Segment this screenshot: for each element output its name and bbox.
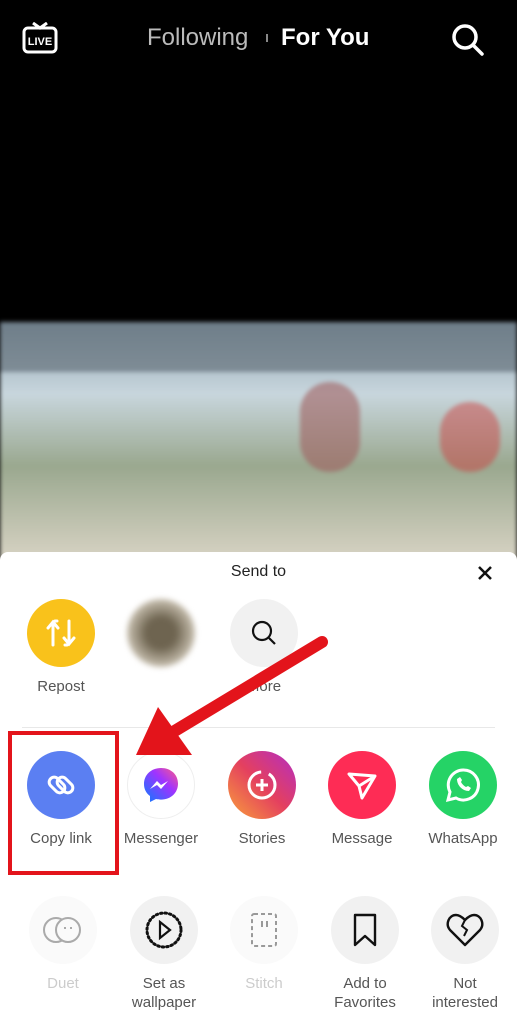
sheet-title: Send to	[230, 563, 287, 580]
tab-separator	[266, 34, 268, 42]
broken-heart-icon	[446, 913, 484, 947]
more-label: More	[246, 678, 282, 695]
search-icon	[251, 620, 276, 645]
message-label: Message	[331, 830, 393, 847]
set-as-wallpaper-label: Set as wallpaper	[131, 975, 197, 1011]
tab-for-you[interactable]: For You	[281, 24, 369, 52]
repost-icon	[46, 619, 76, 647]
close-icon[interactable]	[476, 564, 494, 582]
stories-label: Stories	[238, 830, 286, 847]
repost-label: Repost	[37, 678, 85, 695]
messenger-icon	[144, 768, 178, 802]
highlight-box	[8, 731, 119, 875]
whatsapp-label: WhatsApp	[428, 830, 498, 847]
messenger-button[interactable]: Messenger	[111, 751, 211, 848]
not-interested-label: Not interested	[432, 975, 498, 1011]
wallpaper-play-icon	[145, 911, 183, 949]
add-to-favorites-button[interactable]: Add to Favorites	[315, 896, 415, 1012]
messenger-label: Messenger	[123, 830, 199, 847]
svg-text:LIVE: LIVE	[28, 36, 52, 48]
stories-icon	[247, 770, 277, 800]
live-icon[interactable]: LIVE	[22, 22, 58, 54]
divider	[22, 727, 495, 728]
send-icon	[347, 772, 377, 800]
not-interested-button[interactable]: Not interested	[415, 896, 515, 1012]
whatsapp-icon	[445, 768, 480, 803]
stitch-button[interactable]: Stitch	[214, 896, 314, 993]
tab-following[interactable]: Following	[147, 24, 248, 52]
contact-avatar	[127, 599, 195, 667]
stitch-icon	[251, 913, 277, 947]
more-button[interactable]: More	[214, 599, 314, 696]
stories-button[interactable]: Stories	[212, 751, 312, 848]
top-bar: LIVE Following For You	[0, 0, 517, 80]
duet-icon	[43, 917, 81, 943]
duet-label: Duet	[47, 975, 79, 992]
stitch-label: Stitch	[245, 975, 283, 992]
duet-button[interactable]: Duet	[13, 896, 113, 993]
repost-button[interactable]: Repost	[11, 599, 111, 696]
bookmark-icon	[353, 913, 377, 947]
search-icon[interactable]	[450, 22, 486, 58]
contact-button[interactable]	[111, 599, 211, 667]
message-button[interactable]: Message	[312, 751, 412, 848]
add-to-favorites-label: Add to Favorites	[334, 975, 396, 1011]
set-as-wallpaper-button[interactable]: Set as wallpaper	[114, 896, 214, 1012]
whatsapp-button[interactable]: WhatsApp	[413, 751, 513, 848]
video-preview[interactable]	[0, 322, 517, 562]
